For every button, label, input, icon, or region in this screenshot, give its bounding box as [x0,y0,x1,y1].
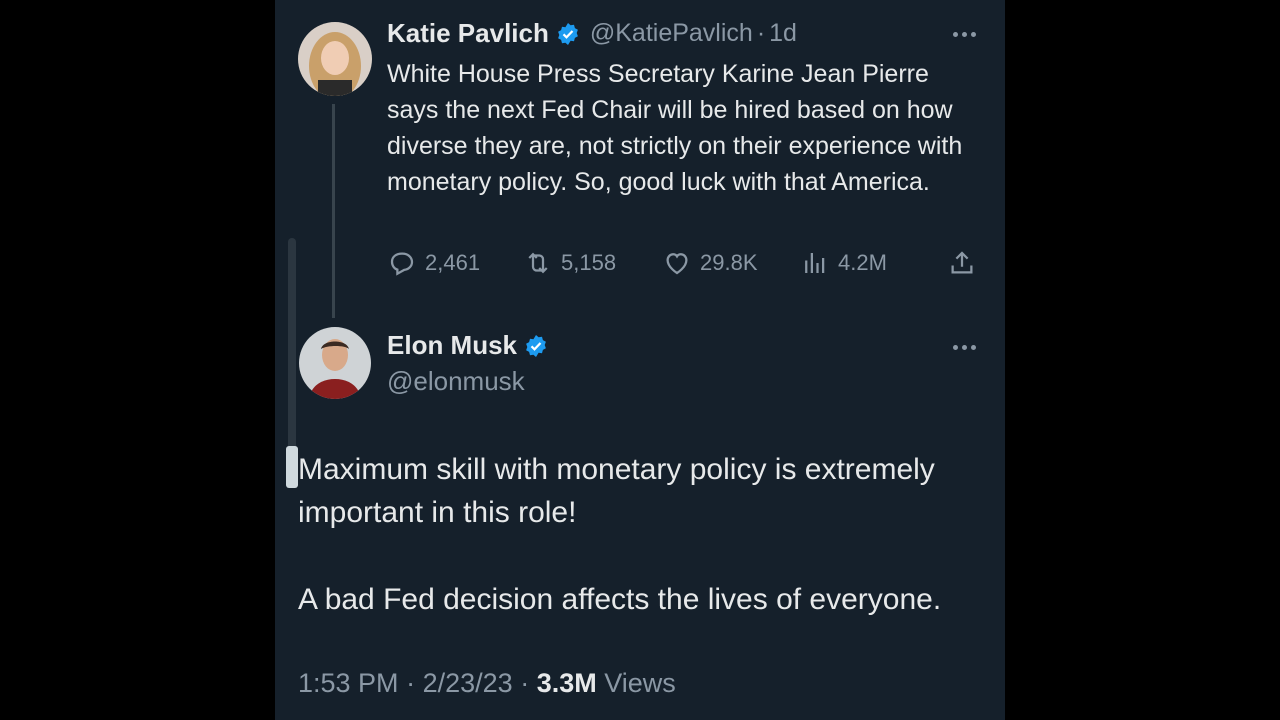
reply-count: 2,461 [425,250,481,275]
verified-badge-icon [556,22,580,46]
quoted-tweet-actions: 2,461 5,158 29.8K 4.2M [387,248,982,280]
more-icon[interactable] [953,32,976,37]
reply-text-line: A bad Fed decision affects the lives of … [298,583,942,616]
share-button[interactable] [947,248,985,278]
tweet-views-label: Views [604,668,676,698]
retweet-button[interactable]: 5,158 [523,248,616,278]
tweet-views-count: 3.3M [536,668,597,698]
separator-dot: · [756,19,766,47]
retweet-count: 5,158 [561,250,617,275]
reply-icon [390,252,414,276]
reply-tweet-header: Elon Musk [387,330,548,361]
views-button[interactable]: 4.2M [800,248,887,278]
avatar-katie-pavlich[interactable] [298,22,372,96]
quoted-tweet-text: White House Press Secretary Karine Jean … [387,60,963,196]
tweet-time[interactable]: 1:53 PM [298,668,399,698]
author-name[interactable]: Katie Pavlich [387,18,549,49]
thread-connector-line [332,104,335,318]
views-icon [805,253,825,273]
tweet-thread-panel: Katie Pavlich @KatiePavlich · 1d White H… [275,0,1005,720]
scrollbar-thumb[interactable] [286,446,298,488]
more-icon[interactable] [953,345,976,350]
author-handle[interactable]: @elonmusk [387,366,525,397]
reply-button[interactable]: 2,461 [387,248,480,278]
author-handle[interactable]: @KatiePavlich [590,19,753,48]
retweet-icon [528,252,548,274]
like-icon [666,253,688,275]
share-icon [951,251,973,274]
tweet-metadata: 1:53 PM · 2/23/23 · 3.3M Views [298,668,676,699]
like-count: 29.8K [700,250,758,275]
tweet-age[interactable]: 1d [769,19,797,48]
views-count: 4.2M [838,250,887,275]
avatar-elon-musk[interactable] [299,327,371,399]
separator-dot: · [520,668,537,698]
author-name[interactable]: Elon Musk [387,330,517,361]
reply-text-line: Maximum skill with monetary policy is ex… [298,453,935,529]
tweet-date[interactable]: 2/23/23 [423,668,513,698]
reply-tweet-text: Maximum skill with monetary policy is ex… [298,448,998,621]
separator-dot: · [406,668,423,698]
verified-badge-icon [524,334,548,358]
quoted-tweet-header: Katie Pavlich @KatiePavlich · 1d [387,18,797,49]
like-button[interactable]: 29.8K [662,248,758,278]
